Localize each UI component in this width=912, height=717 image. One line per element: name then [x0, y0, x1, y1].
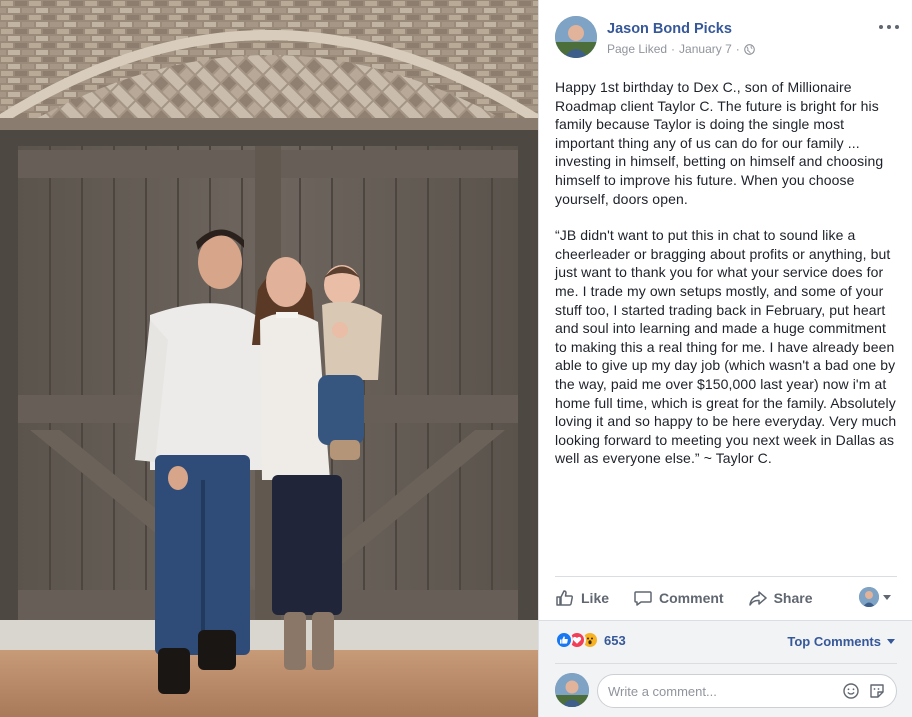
post-date-link[interactable]: January 7	[679, 42, 732, 56]
comment-sort-label: Top Comments	[787, 634, 881, 649]
post-as-selector[interactable]	[859, 587, 891, 607]
commenter-avatar-image	[555, 673, 589, 707]
post-paragraph: “JB didn't want to put this in chat to s…	[555, 227, 897, 467]
share-button[interactable]: Share	[748, 588, 813, 608]
meta-separator: ·	[671, 42, 676, 56]
reactions-summary[interactable]: 653	[555, 631, 626, 649]
chevron-down-icon	[883, 594, 891, 600]
like-label: Like	[581, 590, 610, 606]
like-icon	[555, 631, 573, 649]
page-name-link[interactable]: Jason Bond Picks	[607, 21, 732, 37]
reaction-count: 653	[604, 632, 626, 648]
comment-input-box[interactable]	[597, 674, 897, 708]
share-icon	[748, 591, 767, 606]
sticker-icon[interactable]	[868, 682, 886, 700]
viewer-avatar	[859, 587, 879, 607]
emoji-icon[interactable]	[842, 682, 860, 700]
comment-label: Comment	[659, 590, 724, 606]
divider	[555, 663, 897, 664]
avatar-image	[555, 16, 597, 58]
divider	[555, 576, 897, 577]
comment-input[interactable]	[608, 683, 834, 699]
share-label: Share	[773, 590, 813, 606]
comments-section: 653 Top Comments	[539, 620, 912, 717]
post-header: Jason Bond Picks Page Liked · January 7 …	[555, 16, 901, 60]
commenter-avatar	[555, 673, 589, 707]
meta-separator: ·	[735, 42, 740, 56]
comment-icon	[634, 591, 652, 606]
post-paragraph: Happy 1st birthday to Dex C., son of Mil…	[555, 79, 884, 207]
thumbs-up-icon	[556, 590, 573, 606]
post-actions-bar: Like Comment Share	[555, 583, 897, 613]
post-panel: Jason Bond Picks Page Liked · January 7 …	[538, 0, 912, 717]
comment-sort-dropdown[interactable]: Top Comments	[787, 634, 895, 649]
viewer-avatar-image	[859, 587, 879, 607]
post-body: Happy 1st birthday to Dex C., son of Mil…	[555, 78, 901, 486]
like-button[interactable]: Like	[555, 588, 609, 608]
more-options-icon[interactable]	[879, 20, 899, 34]
chevron-down-icon	[887, 639, 895, 644]
post-photo[interactable]	[0, 0, 538, 717]
page-liked-label: Page Liked	[607, 42, 668, 56]
comment-button[interactable]: Comment	[633, 588, 724, 608]
post-meta: Page Liked · January 7 ·	[607, 42, 755, 56]
family-photo-illustration	[0, 0, 538, 717]
like-reaction-glyph	[560, 636, 568, 644]
globe-icon[interactable]	[743, 43, 755, 55]
page-avatar[interactable]	[555, 16, 597, 58]
